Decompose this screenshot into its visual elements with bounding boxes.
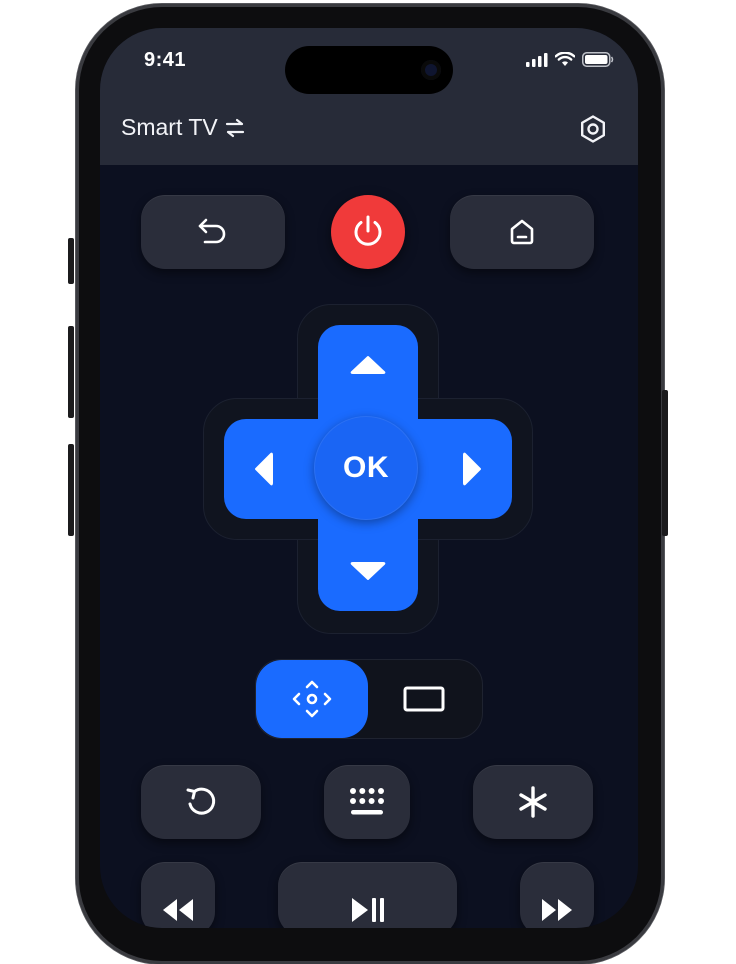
touchpad-mode-icon — [403, 686, 445, 712]
replay-icon — [186, 787, 216, 815]
play-pause-icon — [351, 898, 384, 922]
triangle-left-icon — [255, 452, 273, 486]
replay-button[interactable] — [141, 765, 261, 839]
dpad-mode-tab[interactable] — [256, 660, 368, 738]
touchpad-mode-tab[interactable] — [368, 660, 480, 738]
app-screen: 9:41 Smart TV OK — [100, 28, 638, 928]
rewind-button[interactable] — [141, 862, 215, 928]
switch-arrows-icon — [225, 118, 244, 137]
ok-button[interactable]: OK — [314, 416, 418, 520]
dpad-left-button[interactable] — [224, 419, 304, 519]
mode-toggle — [255, 659, 483, 739]
home-icon — [510, 219, 534, 245]
keyboard-button[interactable] — [324, 765, 410, 839]
wifi-icon — [555, 52, 575, 66]
rewind-icon — [163, 899, 193, 921]
volume-down-button — [68, 444, 74, 536]
device-selector[interactable]: Smart TV — [121, 114, 246, 141]
fast-forward-icon — [542, 899, 572, 921]
battery-icon — [582, 52, 614, 67]
dpad-right-button[interactable] — [432, 419, 512, 519]
front-camera — [421, 60, 441, 80]
side-button — [662, 390, 668, 536]
dpad-up-button[interactable] — [318, 325, 418, 405]
device-title: Smart TV — [121, 114, 218, 140]
header-bar: 9:41 Smart TV — [100, 28, 638, 165]
triangle-up-icon — [350, 356, 386, 374]
play-pause-button[interactable] — [278, 862, 457, 928]
dpad-down-button[interactable] — [318, 531, 418, 611]
status-icons — [526, 52, 614, 67]
fast-forward-button[interactable] — [520, 862, 594, 928]
silent-switch — [68, 238, 74, 284]
volume-up-button — [68, 326, 74, 418]
gear-icon[interactable] — [578, 114, 608, 144]
options-button[interactable] — [473, 765, 593, 839]
power-button[interactable] — [331, 195, 405, 269]
asterisk-icon — [519, 786, 547, 818]
signal-icon — [526, 52, 548, 67]
triangle-right-icon — [463, 452, 481, 486]
home-button[interactable] — [450, 195, 594, 269]
keyboard-icon — [350, 788, 384, 815]
dpad-mode-icon — [292, 680, 332, 718]
triangle-down-icon — [350, 562, 386, 580]
back-arrow-icon — [198, 218, 226, 244]
status-time: 9:41 — [144, 49, 187, 71]
power-icon — [354, 215, 382, 246]
back-button[interactable] — [141, 195, 285, 269]
